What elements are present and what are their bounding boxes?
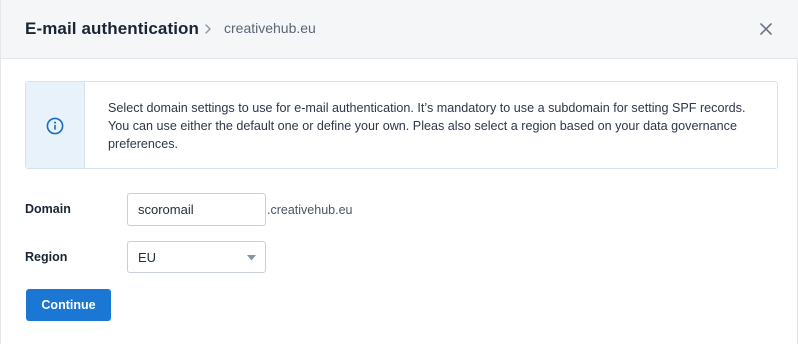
region-select[interactable]: EU [127, 241, 266, 273]
modal-header: E-mail authentication creativehub.eu [1, 0, 798, 59]
info-banner: Select domain settings to use for e-mail… [25, 81, 778, 169]
domain-input[interactable] [127, 193, 266, 226]
domain-suffix: .creativehub.eu [267, 203, 353, 217]
continue-button[interactable]: Continue [26, 289, 111, 321]
info-banner-side [26, 82, 85, 168]
email-auth-modal: E-mail authentication creativehub.eu Sel… [0, 0, 798, 344]
region-label: Region [25, 250, 68, 264]
breadcrumb-domain: creativehub.eu [224, 20, 316, 36]
info-banner-text: Select domain settings to use for e-mail… [108, 101, 746, 151]
caret-down-icon [247, 255, 256, 261]
info-icon [46, 117, 64, 135]
modal-title: E-mail authentication [25, 19, 200, 38]
domain-label: Domain [25, 202, 71, 216]
chevron-right-icon [205, 24, 211, 34]
region-select-value: EU [138, 250, 157, 265]
close-icon[interactable] [757, 20, 775, 38]
